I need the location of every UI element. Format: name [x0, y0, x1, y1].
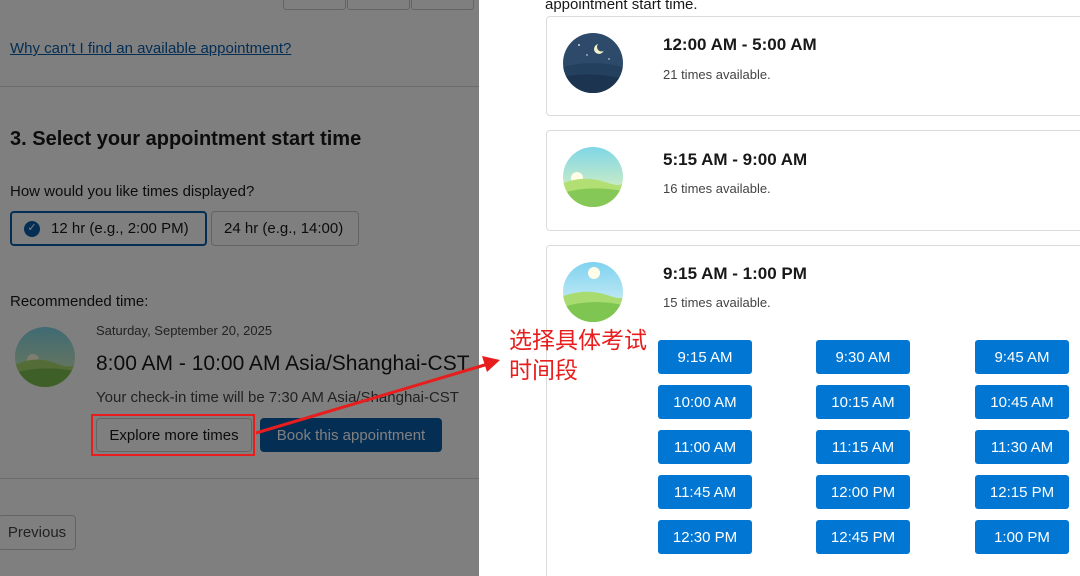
format-24hr-label: 24 hr (e.g., 14:00)	[224, 220, 344, 237]
time-slot-button[interactable]: 9:30 AM	[816, 340, 910, 374]
explore-more-times-button[interactable]: Explore more times	[96, 418, 252, 452]
time-slot-button[interactable]: 1:00 PM	[975, 520, 1069, 554]
period-availability: 15 times available.	[663, 295, 771, 310]
annotation-line: 选择具体考试	[509, 328, 647, 354]
period-availability: 16 times available.	[663, 181, 771, 196]
time-slot-button[interactable]: 11:00 AM	[658, 430, 752, 464]
divider	[0, 478, 479, 479]
previous-button[interactable]: Previous	[0, 515, 76, 550]
night-moon-icon	[563, 33, 623, 93]
recommended-label: Recommended time:	[10, 293, 149, 310]
format-question: How would you like times displayed?	[10, 183, 255, 200]
top-button[interactable]	[347, 0, 410, 10]
right-heading: appointment start time.	[545, 0, 698, 13]
time-slot-button[interactable]: 12:30 PM	[658, 520, 752, 554]
format-24hr-button[interactable]: 24 hr (e.g., 14:00)	[211, 211, 359, 246]
period-availability: 21 times available.	[663, 67, 771, 82]
time-slot-button[interactable]: 11:15 AM	[816, 430, 910, 464]
time-slot-grid: 9:15 AM 9:30 AM 9:45 AM 10:00 AM 10:15 AM 10:…	[658, 340, 1078, 560]
time-slot-button[interactable]: 12:45 PM	[816, 520, 910, 554]
sunrise-icon	[15, 327, 75, 387]
period-card-morning[interactable]: 5:15 AM - 9:00 AM 16 times available.	[546, 130, 1080, 231]
annotation-line: 时间段	[509, 358, 578, 384]
time-slot-button[interactable]: 10:15 AM	[816, 385, 910, 419]
time-slot-button[interactable]: 10:45 AM	[975, 385, 1069, 419]
time-slot-button[interactable]: 9:45 AM	[975, 340, 1069, 374]
top-button-row	[283, 0, 474, 10]
step-title: 3. Select your appointment start time	[10, 128, 362, 150]
top-button[interactable]	[411, 0, 474, 10]
midday-sun-icon	[563, 262, 623, 322]
left-panel: Why can't I find an available appointmen…	[0, 0, 479, 576]
recommended-date: Saturday, September 20, 2025	[96, 323, 273, 338]
recommended-checkin: Your check-in time will be 7:30 AM Asia/…	[96, 389, 459, 406]
time-slot-button[interactable]: 9:15 AM	[658, 340, 752, 374]
time-slot-button[interactable]: 10:00 AM	[658, 385, 752, 419]
period-title: 5:15 AM - 9:00 AM	[663, 150, 808, 169]
period-title: 12:00 AM - 5:00 AM	[663, 35, 817, 54]
time-slot-button[interactable]: 11:30 AM	[975, 430, 1069, 464]
recommended-time-range: 8:00 AM - 10:00 AM Asia/Shanghai-CST	[96, 352, 470, 375]
top-button[interactable]	[283, 0, 346, 10]
book-appointment-button[interactable]: Book this appointment	[260, 418, 442, 452]
check-icon: ✓	[24, 220, 40, 237]
time-slot-button[interactable]: 11:45 AM	[658, 475, 752, 509]
period-title: 9:15 AM - 1:00 PM	[663, 264, 807, 283]
format-12hr-button[interactable]: ✓ 12 hr (e.g., 2:00 PM)	[10, 211, 207, 246]
divider	[0, 86, 479, 87]
time-slot-button[interactable]: 12:00 PM	[816, 475, 910, 509]
why-unavailable-link[interactable]: Why can't I find an available appointmen…	[10, 40, 291, 57]
time-slot-button[interactable]: 12:15 PM	[975, 475, 1069, 509]
annotation-text: 选择具体考试 时间段	[509, 326, 669, 386]
period-card-night[interactable]: 12:00 AM - 5:00 AM 21 times available.	[546, 16, 1080, 116]
format-12hr-label: 12 hr (e.g., 2:00 PM)	[51, 220, 189, 237]
sunrise-icon	[563, 147, 623, 207]
